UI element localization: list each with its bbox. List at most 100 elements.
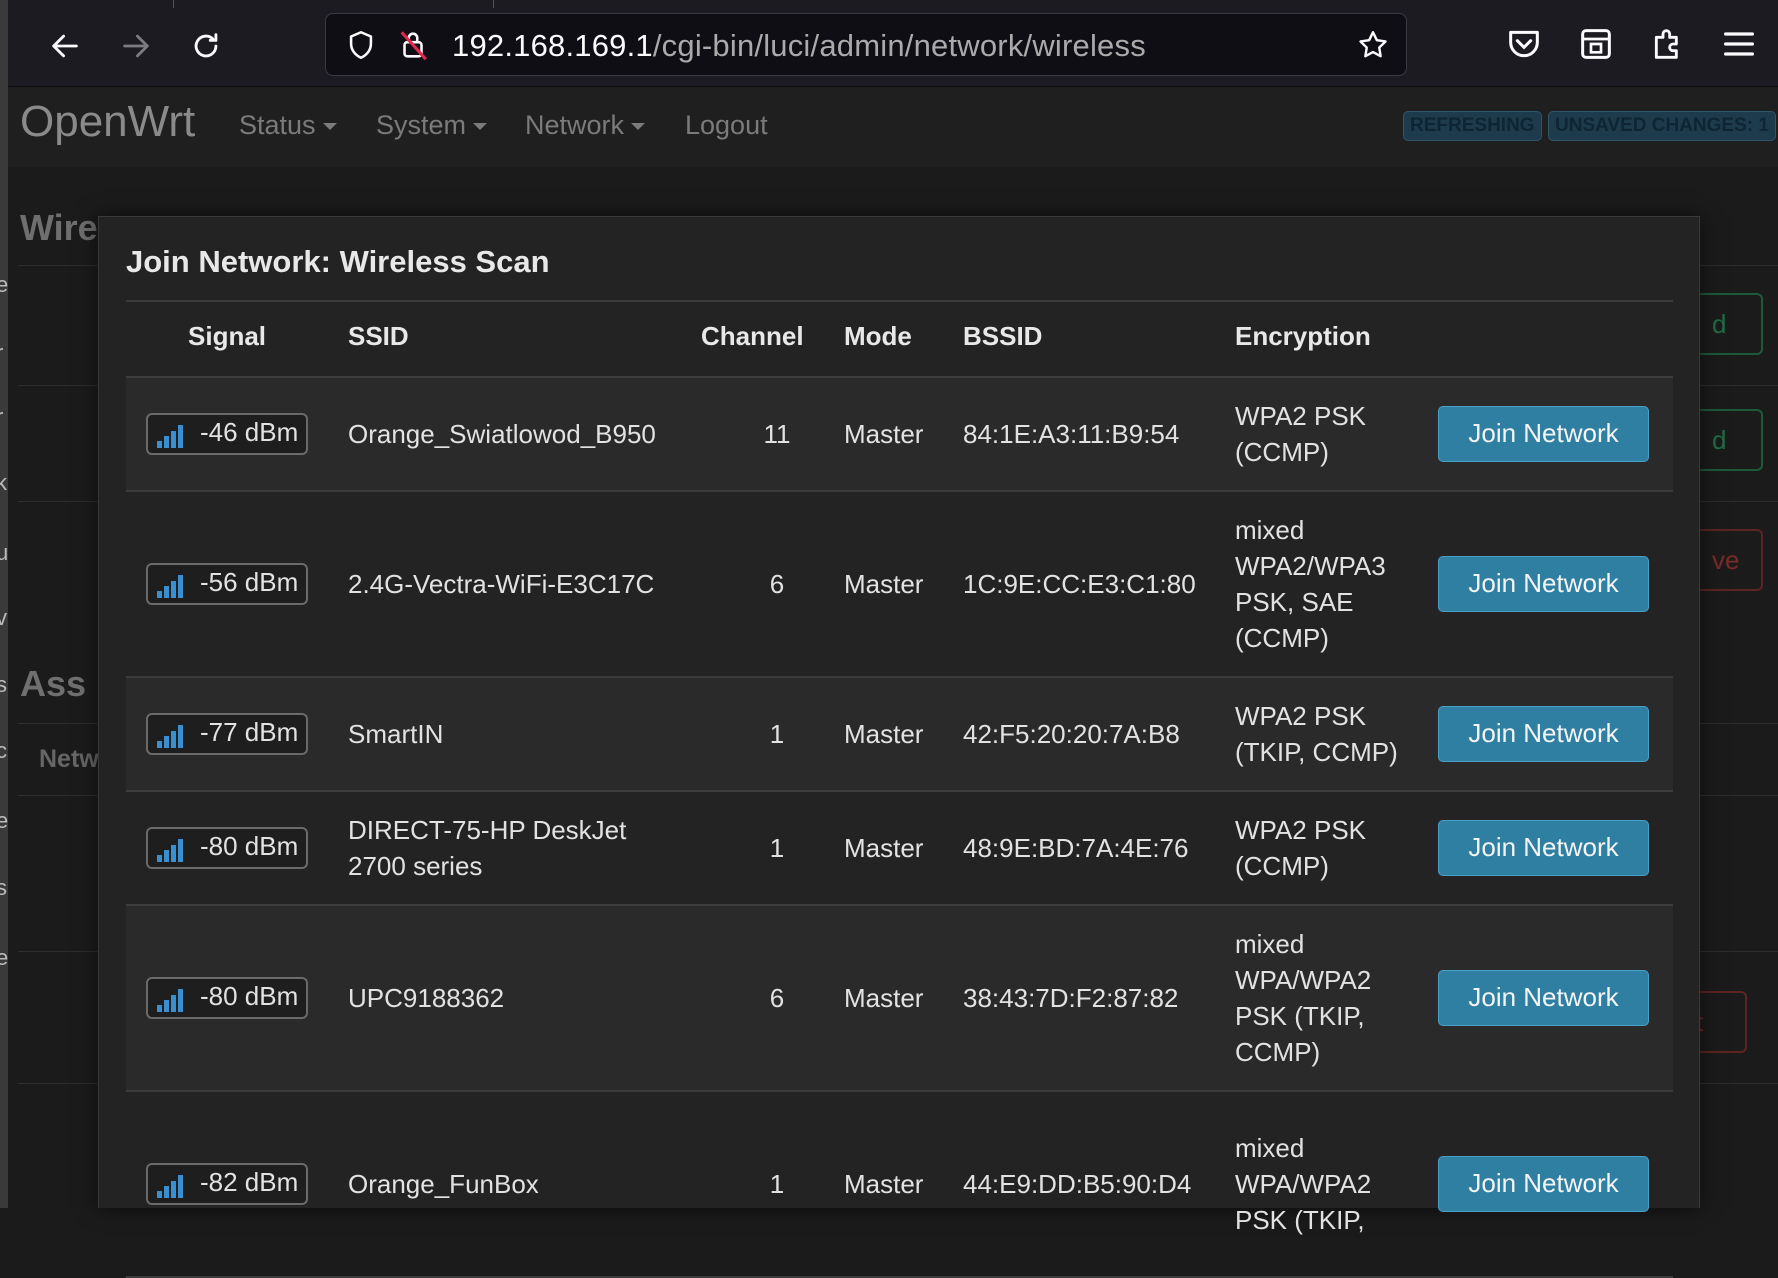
encryption-cell-line: PSK (TKIP, [1235,1001,1365,1031]
clipped-text: e [0,808,9,833]
bssid-cell: 48:9E:BD:7A:4E:76 [963,833,1189,863]
channel-cell: 1 [769,833,785,863]
arrow-left-icon [52,34,78,58]
encryption-cell: WPA2 PSK (CCMP) [1235,398,1366,470]
encryption-cell-line: WPA2/WPA3 [1235,551,1386,581]
signal-bars-icon [157,575,183,598]
back-button[interactable] [41,22,89,70]
clipped-text: e [0,945,9,970]
unsaved-changes-badge[interactable]: UNSAVED CHANGES: 1 [1548,111,1776,141]
clipped-text: r [0,340,3,366]
ssid-cell-line: UPC9188362 [348,983,505,1013]
signal-indicator: -80 dBm [146,827,308,869]
ssid-cell-line: 2.4G-Vectra-WiFi-E3C17C [348,569,655,599]
signal-indicator: -56 dBm [146,563,308,605]
encryption-cell-line: WPA2 PSK [1235,815,1367,845]
browser-toolbar: 192.168.169.1/cgi-bin/luci/admin/network… [8,0,1778,87]
clipped-text: k [0,470,7,495]
mode-cell: Master [844,983,924,1013]
openwrt-header: OpenWrt Status System Network Logout REF… [8,87,1778,167]
tab-divider [493,0,494,8]
clipped-text: s [0,672,7,697]
clipped-text: c [0,738,7,763]
channel-cell: 6 [769,569,785,599]
join-network-button[interactable]: Join Network [1438,820,1649,876]
brand-logo[interactable]: OpenWrt [20,97,195,147]
table-header-row: Signal SSID Channel Mode BSSID Encryptio… [126,300,1673,378]
bssid-cell: 1C:9E:CC:E3:C1:80 [963,569,1196,599]
encryption-cell: mixed WPA/WPA2 PSK (TKIP, CCMP) [1235,926,1371,1070]
pocket-icon[interactable] [1504,24,1544,64]
encryption-cell-line: mixed [1235,929,1305,959]
ssid-cell-line: 2700 series [348,851,483,881]
menu-status[interactable]: Status [239,110,337,141]
join-network-button[interactable]: Join Network [1438,706,1649,762]
tab-divider [173,0,174,8]
mode-cell: Master [844,719,924,749]
join-network-button[interactable]: Join Network [1438,1156,1649,1212]
clipped-text: s [0,875,7,900]
insecure-lock-icon[interactable] [396,28,430,62]
url-text: 192.168.169.1/cgi-bin/luci/admin/network… [452,28,1146,64]
encryption-cell-line: WPA2 PSK [1235,401,1367,431]
channel-cell: 1 [769,719,785,749]
menu-logout[interactable]: Logout [685,110,768,141]
clipped-text: r [0,404,3,430]
encryption-cell-line: WPA2 PSK [1235,701,1367,731]
ssid-cell: Orange_FunBox [348,1166,539,1202]
mode-cell: Master [844,833,924,863]
url-bar[interactable]: 192.168.169.1/cgi-bin/luci/admin/network… [325,13,1407,76]
container-icon[interactable] [1576,24,1616,64]
encryption-cell: WPA2 PSK (TKIP, CCMP) [1235,698,1398,770]
ssid-cell-line: DIRECT-75-HP DeskJet [348,815,627,845]
table-row: -80 dBm DIRECT-75-HP DeskJet 2700 series 1 M… [126,792,1673,906]
refreshing-badge[interactable]: REFRESHING [1403,111,1542,141]
menu-label: Network [525,110,625,140]
arrow-right-icon [123,34,149,58]
left-window-edge: e r r k u v s c e s e [0,0,8,1208]
table-row: -56 dBm 2.4G-Vectra-WiFi-E3C17C 6 Master 1C:… [126,492,1673,678]
url-host: 192.168.169.1 [452,28,653,63]
encryption-cell-line: (CCMP) [1235,437,1329,467]
column-header-channel: Channel [701,321,804,351]
encryption-cell: WPA2 PSK (CCMP) [1235,812,1366,884]
menu-label: Logout [685,110,768,140]
puzzle-icon[interactable] [1648,24,1688,64]
clipped-text: v [0,605,7,630]
menu-label: System [376,110,467,140]
column-header-mode: Mode [844,321,912,351]
menu-system[interactable]: System [376,110,488,141]
encryption-cell-line: PSK (TKIP, [1235,1205,1365,1235]
join-network-button[interactable]: Join Network [1438,970,1649,1026]
forward-button[interactable] [112,22,160,70]
star-icon[interactable] [1356,28,1390,62]
shield-icon[interactable] [344,28,378,62]
encryption-cell-line: (CCMP) [1235,623,1329,653]
encryption-cell-line: (TKIP, CCMP) [1235,737,1398,767]
caret-down-icon [322,123,337,131]
modal-title: Join Network: Wireless Scan [126,244,550,279]
hamburger-icon[interactable] [1719,24,1759,64]
signal-bars-icon [157,1175,183,1198]
join-network-button[interactable]: Join Network [1438,556,1649,612]
encryption-cell: mixed WPA2/WPA3 PSK, SAE (CCMP) [1235,512,1386,656]
signal-indicator: -82 dBm [146,1163,308,1205]
button-fragment: d [1712,425,1727,455]
bssid-cell: 42:F5:20:20:7A:B8 [963,719,1180,749]
encryption-cell-line: mixed [1235,1133,1305,1163]
menu-network[interactable]: Network [525,110,646,141]
button-fragment: ve [1712,545,1740,575]
wireless-scan-modal: Join Network: Wireless Scan Signal SSID … [98,216,1700,1278]
signal-strength: -82 dBm [200,1167,299,1197]
associated-stations-heading: Ass [20,663,87,704]
caret-down-icon [473,123,488,131]
caret-down-icon [631,123,646,131]
reload-button[interactable] [182,22,230,70]
signal-bars-icon [157,989,183,1012]
join-network-button[interactable]: Join Network [1438,406,1649,462]
network-column-header: Netw [39,745,99,773]
channel-cell: 11 [763,419,791,449]
signal-strength: -80 dBm [200,831,299,861]
column-header-encryption: Encryption [1235,321,1371,351]
signal-bars-icon [157,839,183,862]
